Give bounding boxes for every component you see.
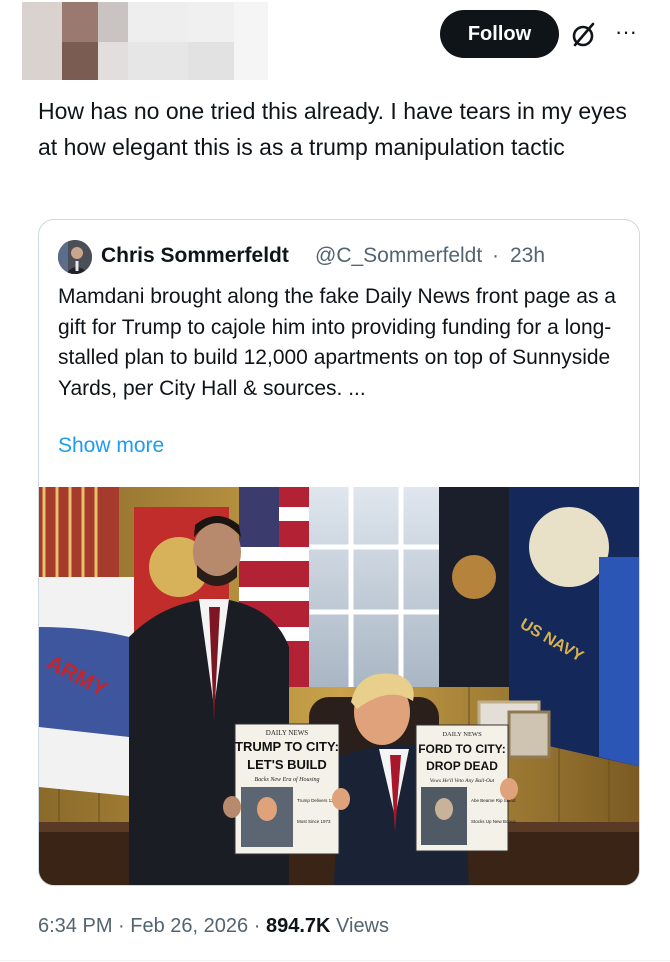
divider [0,960,670,961]
more-horizontal-icon[interactable]: ··· [610,19,642,51]
right-paper-headline-2: DROP DEAD [426,759,498,773]
right-paper-masthead: DAILY NEWS [442,731,482,738]
right-paper-headline-1: FORD TO CITY: [418,742,506,756]
left-paper-subhead: Backs New Era of Housing [255,776,320,783]
quoted-tweet-photo[interactable]: ARMY US NAVY DAILY NEWS TRUMP TO CITY: L… [39,487,640,886]
tweet-text: How has no one tried this already. I hav… [38,98,627,160]
quoted-author-avatar[interactable] [58,240,92,274]
quoted-tweet-text: Mamdani brought along the fake Daily New… [58,285,616,400]
left-paper-masthead: DAILY NEWS [266,729,309,737]
post-time[interactable]: 6:34 PM [38,915,112,937]
left-paper-headline-2: LET'S BUILD [247,757,327,772]
quoted-author-name[interactable]: Chris Sommerfeldt [101,244,289,268]
left-paper-side-2: Most Since 1973 [297,819,331,824]
quoted-timestamp[interactable]: 23h [510,244,545,268]
right-paper-side-2: Stocks Up New Bonus [471,819,517,824]
show-more-link[interactable]: Show more [58,434,164,458]
separator-dot: · [253,915,261,937]
separator-dot: · [492,244,499,267]
views-label: Views [336,915,390,937]
tweet-meta: 6:34 PM · Feb 26, 2026 · 894.7K Views [38,915,389,938]
post-date[interactable]: Feb 26, 2026 [130,915,248,937]
right-paper-subhead: Vows He'll Veto Any Bail-Out [430,778,495,784]
left-paper-side-1: Trump Delivers 12,000+ Homes [297,798,361,803]
quoted-tweet-card[interactable]: Chris Sommerfeldt @C_Sommerfeldt · 23h M… [38,219,640,886]
grok-slash-icon[interactable] [568,19,600,51]
quoted-author-handle[interactable]: @C_Sommerfeldt [315,244,482,268]
separator-dot: · [118,915,125,937]
blurred-author-header [22,2,268,80]
left-paper-headline-1: TRUMP TO CITY: [235,739,339,754]
views-count[interactable]: 894.7K [266,915,331,937]
follow-button[interactable]: Follow [440,10,559,58]
